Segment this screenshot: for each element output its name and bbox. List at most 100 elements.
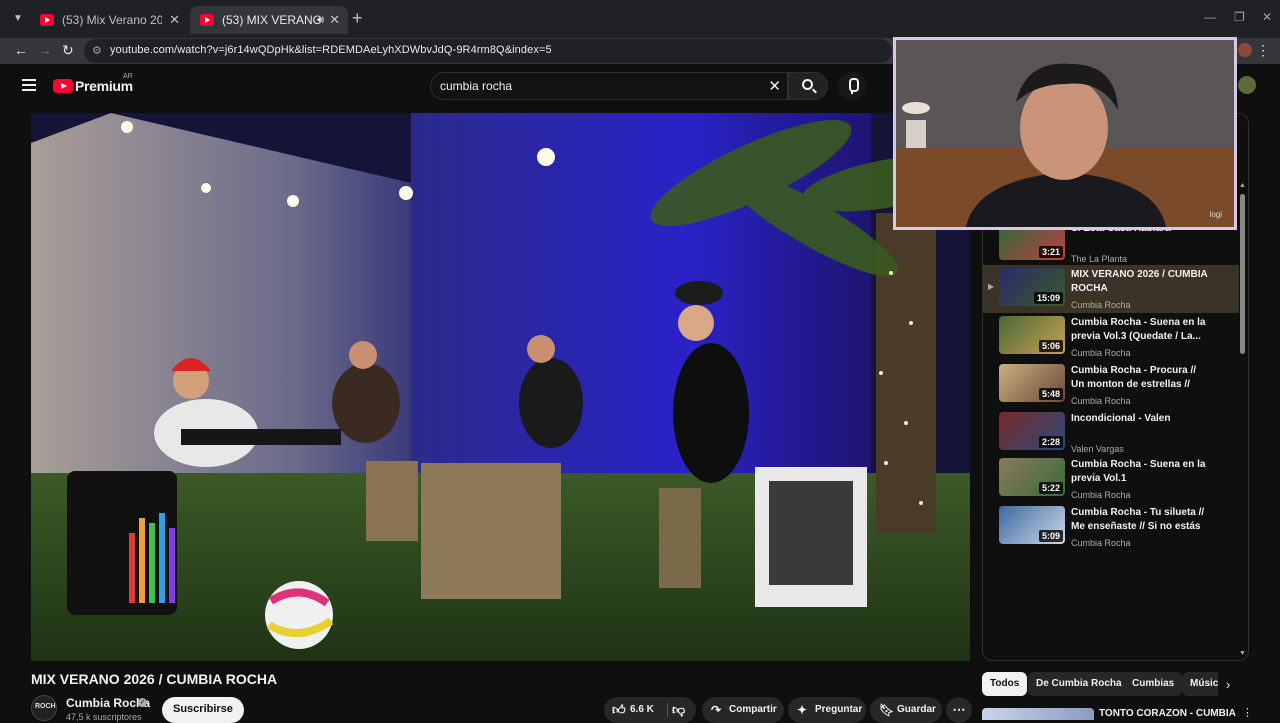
back-arrow-icon[interactable]: ← bbox=[14, 42, 28, 58]
webcam-label: logi bbox=[1209, 210, 1222, 219]
chip-todos[interactable]: Todos bbox=[982, 672, 1028, 696]
browser-tab-1[interactable]: (53) Mix Verano 2026 - YouTube ✕ bbox=[30, 6, 188, 34]
logo-brand-text: Premium bbox=[75, 78, 133, 94]
share-button[interactable]: ↷ Compartir bbox=[702, 697, 784, 723]
logo-country-code: AR bbox=[123, 73, 133, 80]
dislike-thumb-down-icon[interactable]: 👎︎ bbox=[672, 697, 685, 723]
like-dislike-group: 👍︎ 6.6 K 👎︎ bbox=[604, 697, 696, 723]
sparkle-icon: ✦ bbox=[797, 703, 808, 717]
subscribe-button[interactable]: Suscribirse bbox=[162, 697, 244, 723]
playlist-item[interactable]: 5:06 Cumbia Rocha - Suena en la previa Vo… bbox=[983, 313, 1239, 361]
bookmark-icon: 🔖︎ bbox=[879, 703, 895, 717]
playlist-item[interactable]: 2:28 Incondicional - Valen Valen Vargas bbox=[983, 409, 1239, 457]
url-text[interactable]: youtube.com/watch?v=j6r14wQDpHk&list=RDE… bbox=[110, 44, 552, 56]
minimize-window-icon[interactable]: — bbox=[1204, 10, 1216, 24]
playlist-item-title[interactable]: Cumbia Rocha - Procura // Un monton de e… bbox=[1071, 364, 1211, 392]
youtube-favicon-icon bbox=[40, 14, 54, 26]
duration-badge: 5:48 bbox=[1038, 388, 1063, 400]
close-tab-icon[interactable]: ✕ bbox=[169, 6, 180, 34]
recommendation-item[interactable]: TONTO CORAZON - CUMBIA ⋮ bbox=[982, 706, 1262, 720]
forward-arrow-icon[interactable]: → bbox=[38, 42, 52, 58]
search-box[interactable]: cumbia rocha ✕ bbox=[430, 72, 788, 100]
playlist-item[interactable]: 5:09 Cumbia Rocha - Tu silueta // Me ense… bbox=[983, 503, 1239, 551]
new-tab-button[interactable]: + bbox=[352, 8, 363, 29]
close-tab-icon[interactable]: ✕ bbox=[329, 6, 340, 34]
playlist-item-title[interactable]: Cumbia Rocha - Tu silueta // Me enseñast… bbox=[1071, 506, 1211, 534]
verified-badge-icon: ✓ bbox=[138, 698, 147, 707]
search-input[interactable]: cumbia rocha bbox=[440, 79, 512, 93]
hamburger-menu-icon[interactable] bbox=[22, 79, 36, 91]
more-options-icon[interactable]: ⋮ bbox=[1242, 706, 1253, 719]
webcam-image bbox=[896, 40, 1234, 227]
ask-button[interactable]: ✦ Preguntar bbox=[788, 697, 866, 723]
chevron-right-icon[interactable]: › bbox=[1226, 677, 1230, 692]
share-label: Compartir bbox=[729, 704, 777, 715]
now-playing-icon: ▶ bbox=[988, 282, 995, 291]
share-arrow-icon: ↷ bbox=[711, 703, 722, 717]
playlist-item-channel: Cumbia Rocha bbox=[1071, 348, 1131, 358]
search-button[interactable] bbox=[788, 72, 828, 100]
search-icon bbox=[802, 79, 813, 90]
playlist-item[interactable]: 5:22 Cumbia Rocha - Suena en la previa Vo… bbox=[983, 455, 1239, 503]
playlist-item-title[interactable]: MIX VERANO 2026 / CUMBIA ROCHA bbox=[1071, 268, 1211, 296]
like-count[interactable]: 6.6 K bbox=[630, 697, 654, 723]
playlist-thumbnail[interactable]: 5:09 bbox=[999, 506, 1065, 544]
playlist-item-channel: Cumbia Rocha bbox=[1071, 490, 1131, 500]
playlist-item-channel: Valen Vargas bbox=[1071, 444, 1124, 454]
audio-playing-icon[interactable]: 🔊︎ bbox=[317, 6, 324, 34]
site-info-icon[interactable]: ⚙ bbox=[92, 44, 102, 57]
browser-tab-2-active[interactable]: (53) MIX VERANO 2026 / CUMBIA ROCHA - Yo… bbox=[190, 6, 348, 34]
chip-musica[interactable]: Músic bbox=[1182, 672, 1218, 696]
playlist-item[interactable]: 5:48 Cumbia Rocha - Procura // Un monton … bbox=[983, 361, 1239, 409]
video-title: MIX VERANO 2026 / CUMBIA ROCHA bbox=[31, 671, 278, 687]
video-player[interactable] bbox=[31, 113, 970, 661]
playlist-item-title[interactable]: Cumbia Rocha - Suena en la previa Vol.1 bbox=[1071, 458, 1211, 486]
more-actions-button[interactable]: ⋯ bbox=[946, 697, 972, 723]
scroll-up-arrow-icon[interactable]: ▲ bbox=[1239, 182, 1246, 189]
scrollbar-thumb[interactable] bbox=[1240, 194, 1245, 354]
playlist-item-channel: The La Planta bbox=[1071, 254, 1128, 264]
like-thumb-up-icon[interactable]: 👍︎ bbox=[612, 697, 626, 723]
account-avatar[interactable] bbox=[1238, 76, 1256, 94]
filter-chips: Todos De Cumbia Rocha Cumbias Músic bbox=[982, 672, 1218, 698]
browser-menu-icon[interactable]: ⋮ bbox=[1256, 42, 1270, 59]
playlist-thumbnail[interactable]: 5:22 bbox=[999, 458, 1065, 496]
playlist-item-title[interactable]: Cumbia Rocha - Suena en la previa Vol.3 … bbox=[1071, 316, 1211, 344]
playlist-thumbnail[interactable]: 5:06 bbox=[999, 316, 1065, 354]
save-button[interactable]: 🔖︎ Guardar bbox=[870, 697, 942, 723]
video-frame-image bbox=[31, 113, 970, 661]
reload-icon[interactable]: ↻ bbox=[62, 42, 74, 59]
playlist-item-channel: Cumbia Rocha bbox=[1071, 396, 1131, 406]
duration-badge: 15:09 bbox=[1033, 292, 1063, 304]
youtube-favicon-icon bbox=[200, 14, 214, 26]
tab-search-button[interactable]: ▼ bbox=[8, 10, 28, 28]
chip-de-cumbia-rocha[interactable]: De Cumbia Rocha bbox=[1028, 672, 1130, 696]
playlist-thumbnail[interactable]: 5:48 bbox=[999, 364, 1065, 402]
voice-search-microphone-icon[interactable] bbox=[838, 72, 866, 100]
playlist-scrollbar[interactable]: ▲ ▼ bbox=[1239, 182, 1246, 657]
ask-label: Preguntar bbox=[815, 704, 863, 715]
scroll-down-arrow-icon[interactable]: ▼ bbox=[1239, 650, 1246, 657]
address-bar[interactable]: ⚙ youtube.com/watch?v=j6r14wQDpHk&list=R… bbox=[84, 39, 892, 63]
playlist-item[interactable]: ▶ 15:09 MIX VERANO 2026 / CUMBIA ROCHA Cumb… bbox=[983, 265, 1239, 313]
close-window-icon[interactable]: ✕ bbox=[1262, 10, 1272, 24]
maximize-window-icon[interactable]: ❐ bbox=[1234, 10, 1245, 24]
chip-cumbias[interactable]: Cumbias bbox=[1124, 672, 1183, 696]
duration-badge: 5:09 bbox=[1038, 530, 1063, 542]
channel-avatar[interactable]: ROCHA bbox=[31, 695, 57, 721]
recommendation-title[interactable]: TONTO CORAZON - CUMBIA bbox=[1099, 708, 1236, 719]
clear-search-icon[interactable]: ✕ bbox=[768, 77, 781, 95]
profile-avatar-icon[interactable] bbox=[1238, 43, 1252, 57]
playlist-thumbnail[interactable]: 2:28 bbox=[999, 412, 1065, 450]
tab-title: (53) MIX VERANO 2026 / CUMBIA ROCHA - Yo… bbox=[222, 13, 320, 27]
webcam-overlay: logi bbox=[893, 37, 1237, 230]
playlist-thumbnail[interactable]: 15:09 bbox=[999, 268, 1065, 306]
subscriber-count: 47,5 k suscriptores bbox=[66, 712, 142, 722]
duration-badge: 5:22 bbox=[1038, 482, 1063, 494]
recommendation-thumbnail[interactable] bbox=[982, 708, 1094, 720]
playlist-item-channel: Cumbia Rocha bbox=[1071, 300, 1131, 310]
divider bbox=[667, 703, 668, 717]
playlist-item-channel: Cumbia Rocha bbox=[1071, 538, 1131, 548]
duration-badge: 3:21 bbox=[1038, 246, 1063, 258]
playlist-item-title[interactable]: Incondicional - Valen bbox=[1071, 412, 1211, 426]
